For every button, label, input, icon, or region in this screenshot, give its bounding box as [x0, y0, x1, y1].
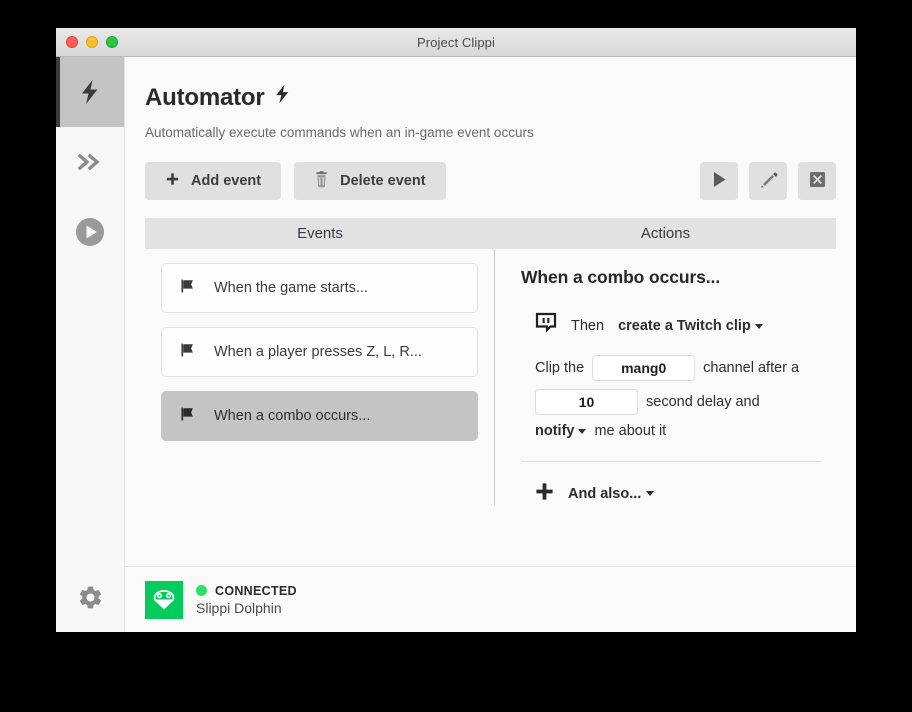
plus-icon: [165, 172, 180, 191]
column-headers: Events Actions: [145, 218, 836, 249]
actions-divider: [521, 461, 821, 462]
add-event-label: Add event: [191, 173, 262, 189]
lightning-bolt-icon: [274, 83, 291, 112]
main-content: Automator Automatically execute commands…: [125, 57, 856, 632]
play-circle-icon: [75, 217, 105, 247]
app-window: Project Clippi Automator Automatically e…: [56, 28, 856, 632]
edit-button[interactable]: [749, 162, 787, 200]
status-indicator-icon: [196, 585, 207, 596]
page-title: Automator: [145, 83, 836, 112]
action-type-dropdown[interactable]: create a Twitch clip: [618, 318, 763, 334]
page-title-text: Automator: [145, 83, 265, 111]
clip-the-label: Clip the: [535, 360, 585, 376]
status-source: Slippi Dolphin: [196, 599, 282, 616]
flag-icon: [180, 406, 196, 426]
column-header-actions: Actions: [640, 225, 691, 242]
main-scroll-area: Automator Automatically execute commands…: [125, 57, 856, 566]
chevron-down-icon: [754, 323, 763, 329]
action-param-row: Clip the channel after a: [535, 355, 816, 381]
event-list-item[interactable]: When a player presses Z, L, R...: [161, 327, 478, 377]
page-subtitle: Automatically execute commands when an i…: [145, 125, 534, 140]
column-header-events: Events: [297, 225, 343, 242]
toolbar-left-group: Add event Delete event: [145, 162, 446, 200]
slippi-dolphin-icon: [145, 580, 183, 619]
channel-suffix-label: channel after a: [703, 360, 800, 376]
gear-icon: [77, 584, 104, 611]
channel-input[interactable]: [592, 355, 696, 381]
panes: When the game starts... When a player pr…: [145, 249, 836, 505]
events-pane: When the game starts... When a player pr…: [145, 249, 495, 505]
notify-suffix-label: me about it: [594, 423, 667, 439]
toolbar-right-group: [700, 162, 836, 200]
window-body: Automator Automatically execute commands…: [56, 57, 856, 632]
lightning-bolt-icon: [79, 79, 101, 105]
close-box-icon: [809, 171, 826, 191]
notify-dropdown[interactable]: notify: [535, 423, 587, 439]
event-label: When a combo occurs...: [214, 408, 371, 424]
chevron-down-icon: [578, 429, 587, 434]
window-titlebar: Project Clippi: [56, 28, 856, 57]
status-bar: CONNECTED Slippi Dolphin: [125, 566, 856, 632]
actions-pane: When a combo occurs... Then create a Twi…: [495, 249, 836, 505]
delete-event-button[interactable]: Delete event: [294, 162, 446, 200]
action-group-title: When a combo occurs...: [521, 267, 721, 287]
action-param-row: second delay and: [535, 389, 816, 415]
plus-icon: [535, 482, 554, 505]
run-button[interactable]: [700, 162, 738, 200]
automator-toolbar: Add event Delete event: [145, 162, 836, 200]
then-prefix: Then: [571, 317, 605, 334]
double-chevron-right-icon: [77, 152, 103, 172]
flag-icon: [180, 278, 196, 298]
action-item: Then create a Twitch clip Clip the chann…: [521, 312, 816, 439]
notify-label: notify: [535, 423, 575, 439]
sidebar-item-expand[interactable]: [56, 127, 124, 197]
pencil-icon: [759, 170, 778, 192]
sidebar-item-player[interactable]: [56, 197, 124, 267]
trash-icon: [314, 170, 329, 192]
event-label: When a player presses Z, L, R...: [214, 344, 422, 360]
event-label: When the game starts...: [214, 280, 368, 296]
status-badge: CONNECTED: [215, 583, 297, 598]
action-header: Then create a Twitch clip: [535, 312, 816, 339]
add-action-button[interactable]: And also...: [521, 482, 816, 505]
sidebar-item-settings[interactable]: [56, 562, 124, 632]
window-title: Project Clippi: [417, 34, 495, 50]
action-parameters: Clip the channel after a second delay an…: [535, 355, 816, 439]
delay-suffix-label: second delay and: [646, 394, 760, 410]
action-param-row: notify me about it: [535, 423, 816, 439]
delay-input[interactable]: [535, 389, 638, 415]
sidebar: [56, 57, 125, 632]
status-text-group: CONNECTED Slippi Dolphin: [196, 584, 297, 616]
event-list-item[interactable]: When a combo occurs...: [161, 391, 478, 441]
clear-button[interactable]: [798, 162, 836, 200]
play-icon: [712, 171, 727, 191]
add-event-button[interactable]: Add event: [145, 162, 282, 200]
event-list-item[interactable]: When the game starts...: [161, 263, 478, 313]
chevron-down-icon: [646, 491, 655, 496]
add-action-label: And also...: [568, 485, 642, 502]
twitch-icon: [535, 312, 557, 339]
action-type-label: create a Twitch clip: [618, 317, 751, 334]
sidebar-item-automator[interactable]: [56, 57, 124, 127]
status-line: CONNECTED: [196, 584, 297, 598]
flag-icon: [180, 342, 196, 362]
delete-event-label: Delete event: [340, 173, 426, 189]
